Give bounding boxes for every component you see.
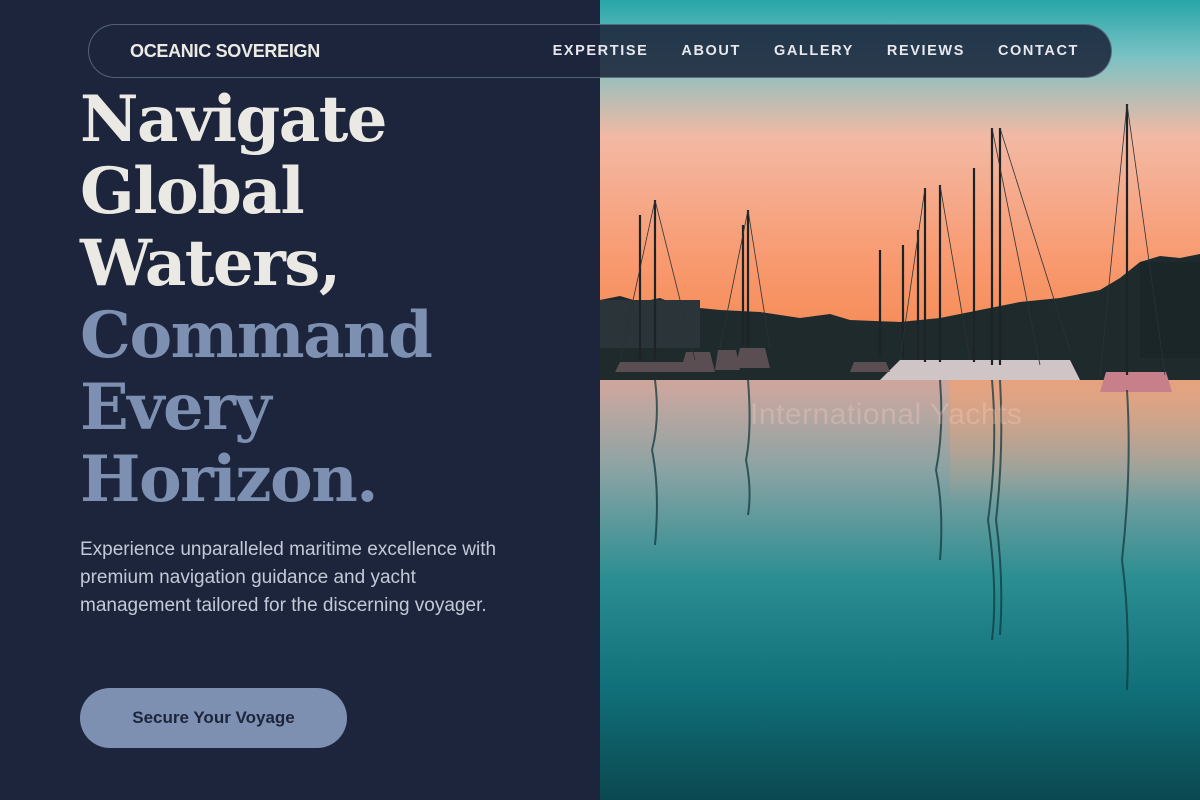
nav-link-reviews[interactable]: REVIEWS — [887, 43, 965, 59]
nav-link-gallery[interactable]: GALLERY — [774, 43, 854, 59]
nav-link-expertise[interactable]: EXPERTISE — [553, 43, 649, 59]
hero-subtext: Experience unparalleled maritime excelle… — [80, 539, 497, 616]
headline-accent-line: Command — [80, 298, 433, 373]
marina-sunset-image: International Yachts — [600, 0, 1200, 800]
hero-headline: Navigate Global Waters, Command Every Ho… — [80, 82, 433, 517]
headline-line: Waters, — [80, 226, 341, 301]
top-navbar: OCEANIC SOVEREIGN EXPERTISE ABOUT GALLER… — [88, 24, 1112, 78]
brand-logo[interactable]: OCEANIC SOVEREIGN — [130, 41, 320, 62]
headline-accent-line: Every — [80, 370, 272, 445]
secure-voyage-button[interactable]: Secure Your Voyage — [80, 688, 347, 748]
headline-line: Global — [80, 154, 305, 229]
nav-links: EXPERTISE ABOUT GALLERY REVIEWS CONTACT — [553, 43, 1079, 59]
watermark-text: International Yachts — [750, 398, 1023, 431]
headline-line: Navigate — [80, 82, 387, 157]
headline-accent-line: Horizon. — [80, 442, 379, 517]
hero-left-panel: Navigate Global Waters, Command Every Ho… — [0, 0, 600, 800]
nav-link-about[interactable]: ABOUT — [681, 43, 741, 59]
nav-link-contact[interactable]: CONTACT — [998, 43, 1079, 59]
